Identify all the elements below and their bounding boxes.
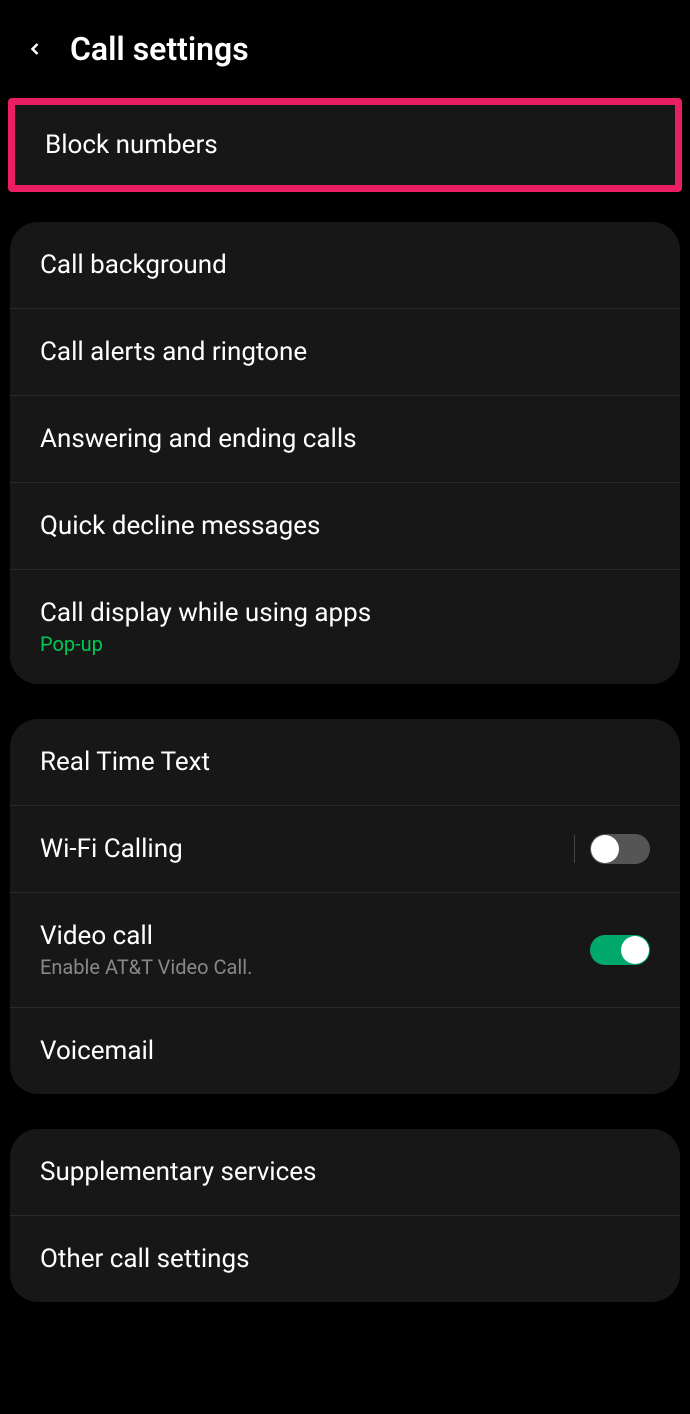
toggle-container: [574, 834, 650, 864]
call-alerts-item[interactable]: Call alerts and ringtone: [10, 309, 680, 396]
video-call-toggle[interactable]: [590, 935, 650, 965]
highlighted-section: Block numbers: [8, 98, 682, 192]
wifi-calling-toggle[interactable]: [590, 834, 650, 864]
separator: [574, 835, 575, 863]
call-background-item[interactable]: Call background: [10, 222, 680, 309]
item-label: Other call settings: [40, 1244, 250, 1274]
answering-ending-item[interactable]: Answering and ending calls: [10, 396, 680, 483]
item-content: Video call Enable AT&T Video Call.: [40, 921, 252, 979]
other-call-settings-item[interactable]: Other call settings: [10, 1216, 680, 1302]
item-label: Real Time Text: [40, 747, 210, 777]
item-label: Supplementary services: [40, 1157, 316, 1187]
item-label: Quick decline messages: [40, 511, 320, 541]
item-label: Wi-Fi Calling: [40, 834, 183, 864]
real-time-text-item[interactable]: Real Time Text: [10, 719, 680, 806]
item-label: Video call: [40, 921, 252, 951]
settings-group-1: Call background Call alerts and ringtone…: [10, 222, 680, 684]
toggle-knob: [591, 835, 619, 863]
chevron-left-icon: [25, 34, 45, 64]
supplementary-services-item[interactable]: Supplementary services: [10, 1129, 680, 1216]
header: Call settings: [0, 0, 690, 88]
item-label: Call display while using apps: [40, 598, 371, 628]
item-content: Other call settings: [40, 1244, 250, 1274]
item-subtitle: Pop-up: [40, 632, 371, 656]
item-content: Supplementary services: [40, 1157, 316, 1187]
item-content: Quick decline messages: [40, 511, 320, 541]
page-title: Call settings: [70, 30, 249, 68]
toggle-knob: [621, 936, 649, 964]
back-button[interactable]: [20, 34, 50, 64]
item-content: Call background: [40, 250, 227, 280]
item-content: Wi-Fi Calling: [40, 834, 183, 864]
item-content: Call alerts and ringtone: [40, 337, 307, 367]
item-content: Real Time Text: [40, 747, 210, 777]
wifi-calling-item[interactable]: Wi-Fi Calling: [10, 806, 680, 893]
item-content: Answering and ending calls: [40, 424, 357, 454]
block-numbers-label: Block numbers: [45, 130, 218, 160]
item-label: Call alerts and ringtone: [40, 337, 307, 367]
quick-decline-item[interactable]: Quick decline messages: [10, 483, 680, 570]
item-label: Call background: [40, 250, 227, 280]
settings-group-3: Supplementary services Other call settin…: [10, 1129, 680, 1302]
item-label: Voicemail: [40, 1036, 154, 1066]
item-content: Call display while using apps Pop-up: [40, 598, 371, 656]
video-call-item[interactable]: Video call Enable AT&T Video Call.: [10, 893, 680, 1008]
item-content: Voicemail: [40, 1036, 154, 1066]
call-display-item[interactable]: Call display while using apps Pop-up: [10, 570, 680, 684]
voicemail-item[interactable]: Voicemail: [10, 1008, 680, 1094]
settings-group-2: Real Time Text Wi-Fi Calling Video call …: [10, 719, 680, 1094]
block-numbers-item[interactable]: Block numbers: [15, 105, 675, 185]
item-label: Answering and ending calls: [40, 424, 357, 454]
item-subtitle: Enable AT&T Video Call.: [40, 955, 252, 979]
